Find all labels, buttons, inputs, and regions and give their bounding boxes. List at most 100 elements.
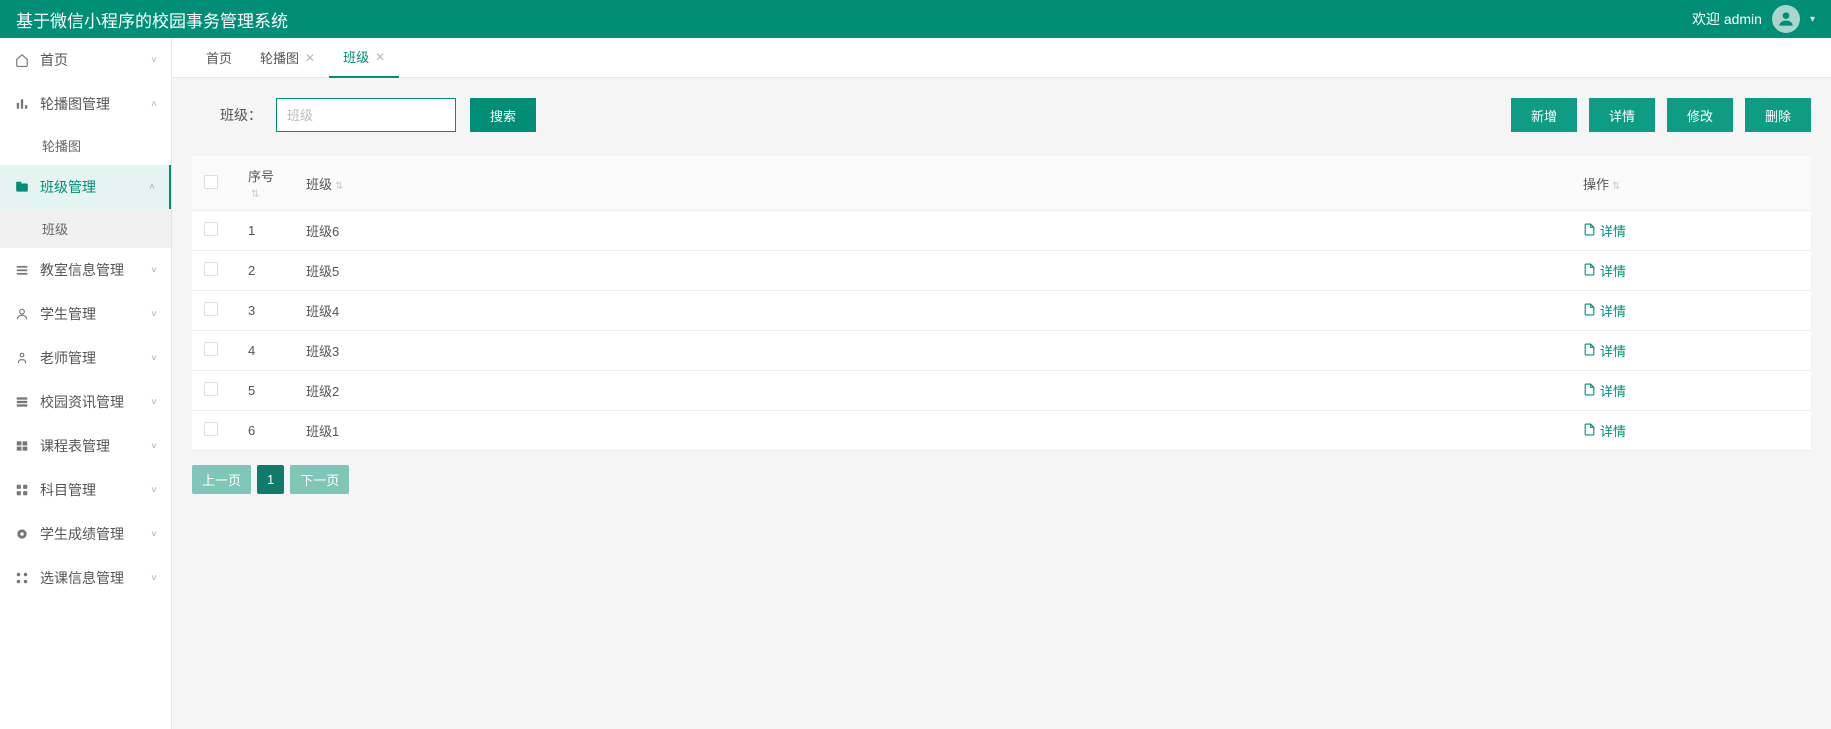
document-icon (1583, 343, 1596, 359)
row-checkbox[interactable] (204, 422, 218, 436)
cell-name: 班级3 (294, 331, 1571, 371)
avatar-icon (1776, 9, 1796, 29)
document-icon (1583, 423, 1596, 439)
prev-page-button[interactable]: 上一页 (192, 465, 251, 494)
row-checkbox[interactable] (204, 262, 218, 276)
apps-icon (14, 570, 30, 586)
table-row: 2 班级5 详情 (192, 251, 1811, 291)
sidebar-item-0[interactable]: 首页 ˅ (0, 38, 171, 82)
next-page-button[interactable]: 下一页 (290, 465, 349, 494)
select-all-checkbox[interactable] (204, 175, 218, 189)
tab-1[interactable]: 轮播图 ✕ (246, 38, 329, 78)
main-content: 首页轮播图✕班级✕ 班级： 搜索 新增 详情 修改 删除 (172, 38, 1831, 729)
col-header-index[interactable]: 序号⇅ (236, 156, 294, 211)
chevron-down-icon[interactable]: ▾ (1810, 14, 1815, 25)
cell-name: 班级1 (294, 411, 1571, 451)
chevron-up-icon: ˄ (151, 99, 157, 110)
row-detail-link[interactable]: 详情 (1583, 421, 1626, 440)
col-header-checkbox (192, 156, 236, 211)
row-detail-link[interactable]: 详情 (1583, 261, 1626, 280)
sidebar-item-8[interactable]: 科目管理 ˅ (0, 468, 171, 512)
sidebar-item-4[interactable]: 学生管理 ˅ (0, 292, 171, 336)
row-action-label: 详情 (1600, 381, 1626, 400)
table-row: 6 班级1 详情 (192, 411, 1811, 451)
edit-button[interactable]: 修改 (1667, 98, 1733, 132)
chevron-down-icon: ˅ (151, 529, 157, 540)
cell-name: 班级2 (294, 371, 1571, 411)
disc-icon (14, 526, 30, 542)
avatar[interactable] (1772, 5, 1800, 33)
search-button[interactable]: 搜索 (470, 98, 536, 132)
list-icon (14, 262, 30, 278)
chart-icon (14, 96, 30, 112)
sidebar-item-label: 轮播图管理 (40, 94, 110, 114)
col-header-name[interactable]: 班级⇅ (294, 156, 1571, 211)
row-detail-link[interactable]: 详情 (1583, 221, 1626, 240)
cell-index: 2 (236, 251, 294, 291)
col-header-action[interactable]: 操作⇅ (1571, 156, 1811, 211)
chevron-up-icon: ˄ (149, 182, 155, 193)
sidebar-item-label: 校园资讯管理 (40, 392, 124, 412)
sort-icon: ⇅ (251, 189, 259, 200)
sidebar: 首页 ˅ 轮播图管理 ˄轮播图 班级管理 ˄班级 教室信息管理 ˅ 学生管理 ˅… (0, 38, 172, 729)
detail-button[interactable]: 详情 (1589, 98, 1655, 132)
row-checkbox[interactable] (204, 302, 218, 316)
sidebar-item-label: 学生成绩管理 (40, 524, 124, 544)
row-checkbox[interactable] (204, 382, 218, 396)
sidebar-item-label: 教室信息管理 (40, 260, 124, 280)
table-row: 5 班级2 详情 (192, 371, 1811, 411)
sidebar-item-10[interactable]: 选课信息管理 ˅ (0, 556, 171, 600)
user-icon (14, 306, 30, 322)
chevron-down-icon: ˅ (151, 441, 157, 452)
chevron-down-icon: ˅ (151, 485, 157, 496)
pagination: 上一页 1 下一页 (192, 465, 1811, 494)
news-icon (14, 394, 30, 410)
sidebar-item-2[interactable]: 班级管理 ˄ (0, 165, 171, 209)
sidebar-item-1[interactable]: 轮播图管理 ˄ (0, 82, 171, 126)
page-number-button[interactable]: 1 (257, 465, 284, 494)
home-icon (14, 52, 30, 68)
chevron-down-icon: ˅ (151, 55, 157, 66)
tab-label: 轮播图 (260, 48, 299, 67)
data-table: 序号⇅ 班级⇅ 操作⇅ 1 班级6 (192, 156, 1811, 451)
header: 基于微信小程序的校园事务管理系统 欢迎 admin ▾ (0, 0, 1831, 38)
close-icon[interactable]: ✕ (305, 51, 315, 65)
cell-name: 班级5 (294, 251, 1571, 291)
table-row: 3 班级4 详情 (192, 291, 1811, 331)
sidebar-item-label: 老师管理 (40, 348, 96, 368)
person-icon (14, 350, 30, 366)
sidebar-item-label: 选课信息管理 (40, 568, 124, 588)
row-detail-link[interactable]: 详情 (1583, 301, 1626, 320)
row-action-label: 详情 (1600, 221, 1626, 240)
page-content: 班级： 搜索 新增 详情 修改 删除 序号⇅ (172, 78, 1831, 514)
tab-2[interactable]: 班级✕ (329, 38, 399, 78)
cell-name: 班级4 (294, 291, 1571, 331)
tab-0[interactable]: 首页 (192, 38, 246, 78)
sidebar-item-9[interactable]: 学生成绩管理 ˅ (0, 512, 171, 556)
sort-icon: ⇅ (335, 181, 343, 192)
document-icon (1583, 223, 1596, 239)
delete-button[interactable]: 删除 (1745, 98, 1811, 132)
row-detail-link[interactable]: 详情 (1583, 341, 1626, 360)
sidebar-item-7[interactable]: 课程表管理 ˅ (0, 424, 171, 468)
sidebar-item-5[interactable]: 老师管理 ˅ (0, 336, 171, 380)
document-icon (1583, 383, 1596, 399)
search-input[interactable] (276, 98, 456, 132)
search-bar: 班级： 搜索 新增 详情 修改 删除 (192, 98, 1811, 132)
folder-icon (14, 179, 30, 195)
sidebar-item-3[interactable]: 教室信息管理 ˅ (0, 248, 171, 292)
add-button[interactable]: 新增 (1511, 98, 1577, 132)
row-checkbox[interactable] (204, 222, 218, 236)
sidebar-item-label: 学生管理 (40, 304, 96, 324)
row-checkbox[interactable] (204, 342, 218, 356)
chevron-down-icon: ˅ (151, 573, 157, 584)
cell-index: 3 (236, 291, 294, 331)
cell-index: 4 (236, 331, 294, 371)
row-detail-link[interactable]: 详情 (1583, 381, 1626, 400)
close-icon[interactable]: ✕ (375, 50, 385, 64)
sidebar-item-6[interactable]: 校园资讯管理 ˅ (0, 380, 171, 424)
app-title: 基于微信小程序的校园事务管理系统 (16, 7, 288, 32)
sidebar-subitem[interactable]: 轮播图 (0, 126, 171, 165)
sidebar-subitem[interactable]: 班级 (0, 209, 171, 248)
schedule-icon (14, 438, 30, 454)
